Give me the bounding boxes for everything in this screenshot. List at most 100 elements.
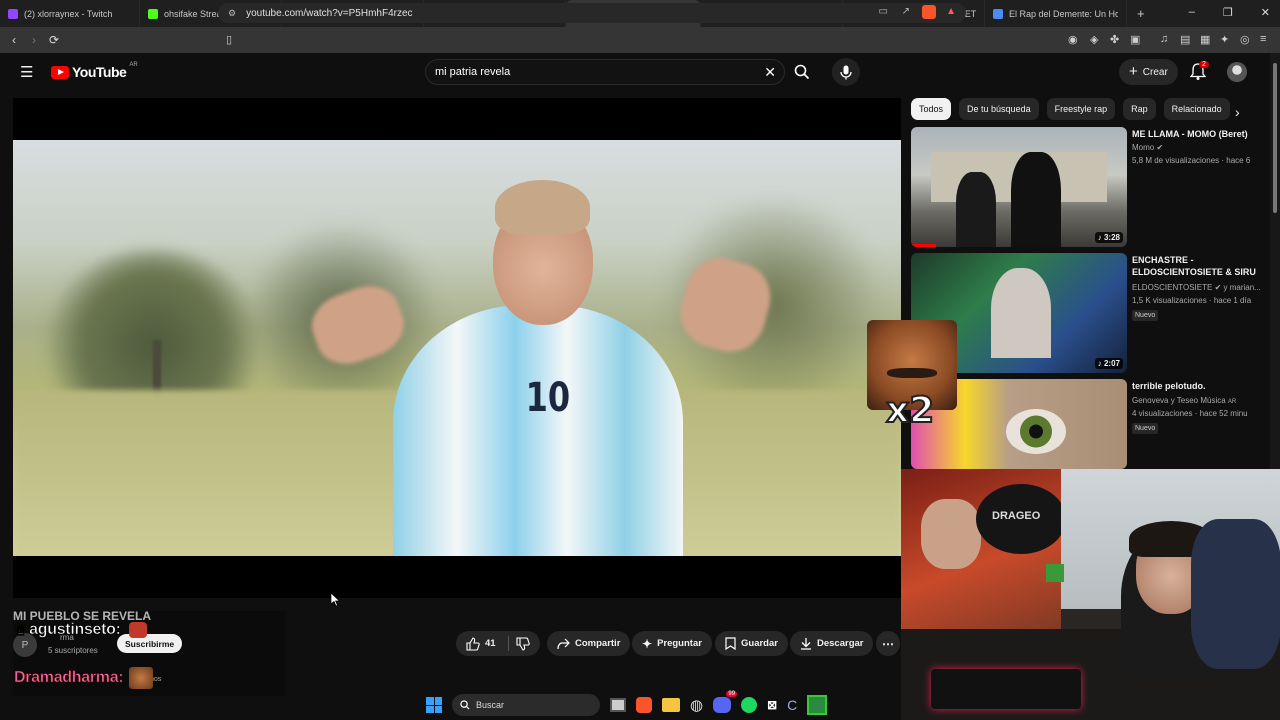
channel-name[interactable]: Genoveva y Teseo Música AR (1132, 396, 1236, 405)
recommendation-chips: Todos De tu búsqueda Freestyle rap Rap R… (911, 98, 1230, 120)
extensions-puzzle-icon[interactable]: ✤ (1110, 33, 1119, 46)
minimize-button[interactable]: – (1189, 6, 1195, 19)
obs-icon[interactable]: ◍ (690, 696, 703, 714)
like-count: 41 (485, 638, 496, 649)
chat-emote (129, 667, 154, 689)
new-tab-button[interactable]: + (1127, 6, 1155, 21)
video-player[interactable]: 10 (13, 98, 901, 598)
youtube-logo[interactable]: YouTube AR (51, 62, 138, 80)
windows-start-icon[interactable] (426, 697, 442, 713)
hamburger-menu-icon[interactable]: ☰ (20, 65, 33, 80)
chips-next-icon[interactable]: › (1235, 104, 1240, 120)
microphone-icon (840, 65, 852, 79)
chip-relacionado[interactable]: Relacionado (1163, 98, 1230, 120)
extension-icon[interactable]: ▣ (1130, 33, 1140, 46)
extension-icon[interactable]: ◉ (1068, 33, 1078, 46)
taskbar-search[interactable]: Buscar (452, 694, 600, 716)
url-text: youtube.com/watch?v=P5HmhF4rzec (246, 7, 413, 19)
back-icon[interactable]: ‹ (4, 33, 24, 47)
notifications-button[interactable]: 2 (1189, 61, 1209, 86)
spotify-icon[interactable] (741, 697, 758, 713)
create-label: Crear (1142, 66, 1168, 78)
chat-message-user: ♛ agustinseto: (14, 621, 147, 639)
share-icon[interactable]: ↗ (902, 6, 910, 17)
browser-tab[interactable]: (2) xlorraynex - Twitch (0, 0, 140, 27)
avatar[interactable] (1227, 62, 1247, 82)
emote-mustache (887, 368, 937, 378)
like-button[interactable]: 41 (456, 631, 540, 656)
download-button[interactable]: Descargar (790, 631, 874, 656)
channel-name[interactable]: Momo ✔ (1132, 143, 1163, 152)
forward-icon[interactable]: › (24, 33, 44, 47)
brave-shield-icon[interactable] (922, 5, 936, 19)
save-button[interactable]: Guardar (715, 631, 788, 656)
wall-art-logo: DRAGEO (976, 484, 1066, 554)
chip-freestyle-rap[interactable]: Freestyle rap (1046, 98, 1116, 120)
cast-icon[interactable]: ▭ (879, 6, 888, 17)
maximize-button[interactable]: ❐ (1223, 6, 1233, 19)
create-button[interactable]: + Crear (1119, 59, 1178, 85)
creeper-figure (1046, 564, 1064, 582)
url-bar[interactable]: ⚙ youtube.com/watch?v=P5HmhF4rzec ▭ ↗ ▲ (218, 3, 966, 23)
bookmark-icon[interactable]: ▯ (226, 33, 232, 46)
ask-button[interactable]: ✦ Preguntar (632, 631, 712, 656)
duration-text: 2:07 (1103, 359, 1120, 368)
clear-search-icon[interactable]: ✕ (764, 64, 776, 81)
share-button[interactable]: Compartir (547, 631, 631, 656)
bookmark-icon (725, 637, 736, 650)
brave-rewards-icon[interactable]: ▲ (946, 6, 956, 17)
mouse-cursor-icon (331, 593, 341, 607)
reload-icon[interactable]: ⟳ (44, 33, 64, 47)
search-value: mi patria revela (435, 66, 511, 78)
scrollbar-thumb[interactable] (1273, 63, 1277, 213)
video-title[interactable]: terrible pelotudo. (1132, 380, 1262, 392)
video-duration: ♪ 2:07 (1094, 358, 1123, 369)
site-info-icon[interactable]: ⚙ (228, 8, 236, 19)
app-icon[interactable]: C (787, 697, 797, 713)
recommended-video[interactable]: terrible pelotudo. Genoveva y Teseo Músi… (911, 379, 1261, 469)
tab-favicon-icon (8, 8, 18, 19)
search-icon (794, 64, 810, 80)
leo-ai-icon[interactable]: ✦ (1220, 33, 1229, 46)
share-icon (557, 638, 570, 649)
sidebar-icon[interactable]: ▤ (1180, 33, 1190, 46)
task-view-icon[interactable] (610, 698, 626, 712)
close-window-button[interactable]: ✕ (1261, 6, 1270, 19)
browser-tab[interactable]: El Rap del Demente: Un Home (985, 0, 1127, 27)
video-thumbnail[interactable]: ♪ 3:28 (911, 127, 1127, 247)
channel-extra: AR (1227, 399, 1237, 405)
voice-search-button[interactable] (832, 58, 860, 86)
search-input[interactable]: mi patria revela ✕ (425, 59, 785, 85)
wallet-icon[interactable]: ▦ (1200, 33, 1210, 46)
ask-label: Preguntar (657, 638, 702, 649)
notification-count-badge: 2 (1199, 61, 1209, 68)
file-explorer-icon[interactable] (662, 698, 680, 712)
discord-icon[interactable]: 99 (713, 691, 738, 713)
more-actions-button[interactable]: ⋯ (876, 631, 900, 656)
chip-de-tu-busqueda[interactable]: De tu búsqueda (959, 98, 1039, 120)
boy-hair (495, 180, 590, 235)
vpn-icon[interactable]: ◎ (1240, 33, 1250, 46)
poster-face (921, 499, 981, 569)
chip-rap[interactable]: Rap (1123, 98, 1156, 120)
music-icon[interactable]: ♫ (1160, 33, 1168, 45)
thumbs-down-icon[interactable] (516, 637, 530, 651)
recommended-video[interactable]: ♪ 3:28 ME LLAMA - MOMO (Beret) Momo ✔ 5,… (911, 127, 1261, 247)
menu-icon[interactable]: ≡ (1260, 33, 1266, 45)
recommended-video[interactable]: ♪ 2:07 ENCHASTRE - ELDOSCIENTOSIETE & SI… (911, 253, 1261, 373)
video-title[interactable]: ENCHASTRE - ELDOSCIENTOSIETE & SIRU (1132, 254, 1262, 278)
chip-todos[interactable]: Todos (911, 98, 952, 120)
search-button[interactable] (787, 59, 817, 85)
channel-extra: y marian... (1223, 283, 1261, 292)
tab-label: (2) xlorraynex - Twitch (24, 8, 113, 19)
new-badge: Nuevo (1132, 310, 1159, 321)
video-title[interactable]: ME LLAMA - MOMO (Beret) (1132, 128, 1262, 140)
minecraft-launcher-icon[interactable] (807, 695, 828, 715)
channel-name[interactable]: ELDOSCIENTOSIETE ✔ y marian... (1132, 283, 1261, 292)
extension-icon[interactable]: ◈ (1090, 33, 1098, 46)
page-scrollbar[interactable] (1270, 53, 1280, 469)
like-divider (508, 636, 509, 651)
brave-browser-icon[interactable] (636, 697, 652, 713)
capcut-icon[interactable]: ⊠ (767, 698, 777, 712)
chat-emote (128, 622, 147, 638)
